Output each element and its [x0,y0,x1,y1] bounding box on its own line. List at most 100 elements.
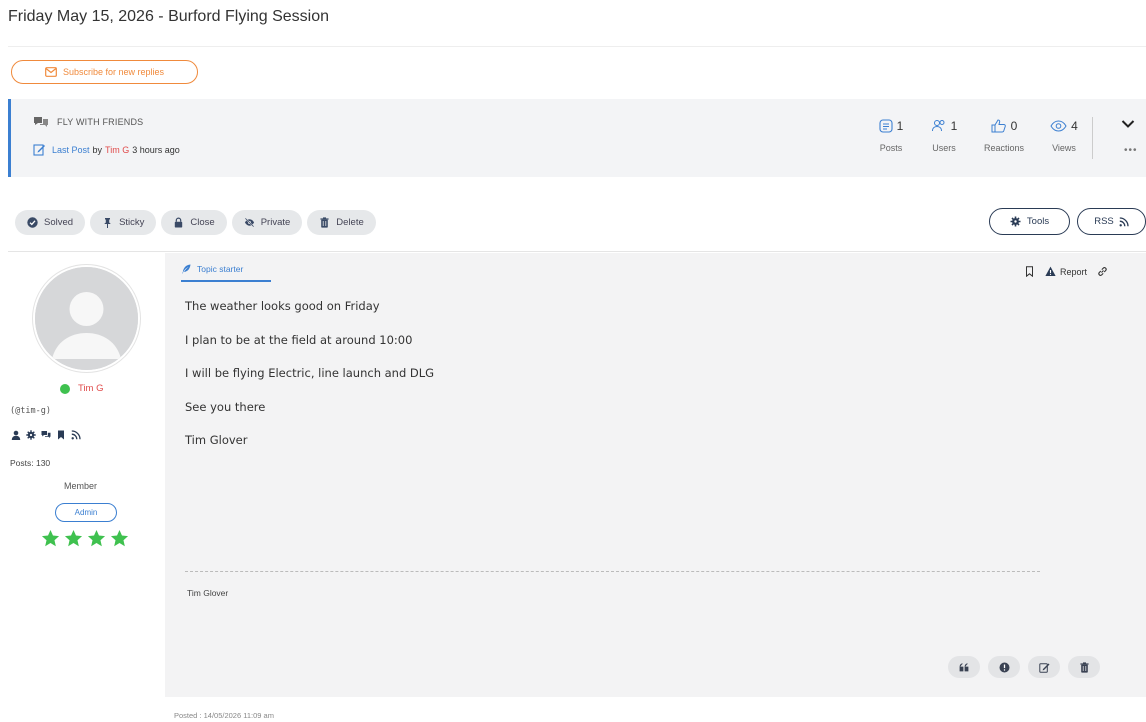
user-placeholder-icon [35,267,138,370]
post-actions [948,656,1100,678]
forum-name: FLY WITH FRIENDS [57,117,144,127]
close-label: Close [190,217,215,228]
report-label: Report [1060,266,1088,277]
rating-stars [41,529,129,548]
star-icon [41,529,60,547]
post-content-panel [165,253,1146,697]
last-post-label[interactable]: Last Post [52,145,90,155]
stats-separator [1092,117,1093,159]
warning-icon [1045,266,1056,276]
edit-icon [33,144,45,156]
users-icon [931,120,945,132]
star-icon [110,529,129,547]
stat-users-value: 1 [950,119,958,133]
divider [8,46,1146,47]
divider [8,251,1146,252]
bookmark-icon[interactable] [56,430,66,440]
chevron-down-icon[interactable] [1121,119,1135,129]
delete-label: Delete [336,217,364,228]
stat-views-label: Views [1052,143,1076,153]
rss-icon[interactable] [71,430,81,440]
edit-button[interactable] [1028,656,1060,678]
topic-starter-tab: Topic starter [181,264,271,282]
stat-posts: 1 Posts [866,119,916,153]
rss-icon [1119,216,1129,226]
stat-users: 1 Users [919,119,969,153]
sticky-button[interactable]: Sticky [90,210,157,235]
solved-label: Solved [44,217,74,228]
rss-button[interactable]: RSS [1077,208,1146,235]
pin-icon [104,218,111,228]
last-post-by: by [92,144,103,155]
post-text-line: Tim Glover [185,433,248,447]
edit-icon [1038,662,1049,673]
author-links [11,430,81,440]
tools-label: Tools [1026,216,1050,227]
stat-posts-label: Posts [879,143,903,153]
stat-views: 4 Views [1039,119,1089,153]
moderation-actions: Solved Sticky Close Private Delete [15,210,376,235]
more-options[interactable]: ••• [1124,145,1138,156]
author-role: Member [64,481,98,491]
last-post-user[interactable]: Tim G [105,145,129,155]
exclamation-circle-icon [999,662,1009,672]
star-icon [64,529,83,547]
post-text-line: I will be flying Electric, line launch a… [185,366,435,380]
envelope-icon [45,67,57,77]
stat-posts-value: 1 [896,119,904,133]
link-icon[interactable] [1097,266,1108,277]
posted-timestamp: Posted : 14/05/2026 11:09 am [174,711,274,720]
author-info: Tim G [60,383,104,394]
online-status-dot [60,383,70,394]
quote-icon [959,662,968,671]
comments-icon[interactable] [41,430,51,440]
forum-link[interactable]: FLY WITH FRIENDS [33,116,143,128]
author-post-count: Posts: 130 [10,458,51,468]
eye-slash-icon [244,217,254,228]
avatar[interactable] [33,265,140,372]
private-button[interactable]: Private [231,210,303,235]
stat-reactions: 0 Reactions [972,119,1036,153]
posts-icon [879,119,893,133]
quote-button[interactable] [948,656,980,678]
post-text-line: I plan to be at the field at around 10:0… [185,333,413,347]
thumbs-up-icon [991,119,1006,133]
subscribe-button[interactable]: Subscribe for new replies [11,60,198,84]
topic-stats: 1 Posts 1 Users 0 Reactions 4 Views [866,119,1092,153]
stat-views-value: 4 [1071,119,1078,133]
report-button[interactable]: Report [1045,266,1087,277]
close-button[interactable]: Close [161,210,227,235]
admin-badge: Admin [55,503,117,522]
private-label: Private [260,217,291,228]
profile-icon[interactable] [11,430,21,440]
signature: Tim Glover [187,588,229,598]
author-name[interactable]: Tim G [78,383,104,394]
delete-button[interactable]: Delete [307,210,376,235]
post-text-line: The weather looks good on Friday [185,299,380,313]
lock-icon [175,217,183,228]
topic-info-bar: FLY WITH FRIENDS Last Post by Tim G 3 ho… [8,99,1146,177]
gear-icon [1010,216,1021,227]
delete-post-button[interactable] [1068,656,1100,678]
star-icon [87,529,106,547]
stat-reactions-label: Reactions [983,143,1025,153]
solved-button[interactable]: Solved [15,210,86,235]
post-text-line: See you there [185,400,266,414]
author-handle: (@tim-g) [10,406,51,416]
gear-icon[interactable] [26,430,36,440]
stat-users-label: Users [932,143,956,153]
rss-label: RSS [1094,216,1114,227]
last-post-time: 3 hours ago [132,144,180,155]
trash-icon [1079,661,1089,673]
tools-button[interactable]: Tools [989,208,1070,235]
comments-icon [34,117,48,127]
page-title: Friday May 15, 2026 - Burford Flying Ses… [8,8,330,25]
stat-reactions-value: 0 [1010,119,1018,133]
info-button[interactable] [988,656,1020,678]
subscribe-label: Subscribe for new replies [62,67,165,77]
sticky-label: Sticky [119,217,145,228]
feather-icon [182,264,191,274]
eye-icon [1050,120,1067,132]
bookmark-icon[interactable] [1024,266,1035,277]
last-post-info: Last Post by Tim G 3 hours ago [33,143,180,156]
